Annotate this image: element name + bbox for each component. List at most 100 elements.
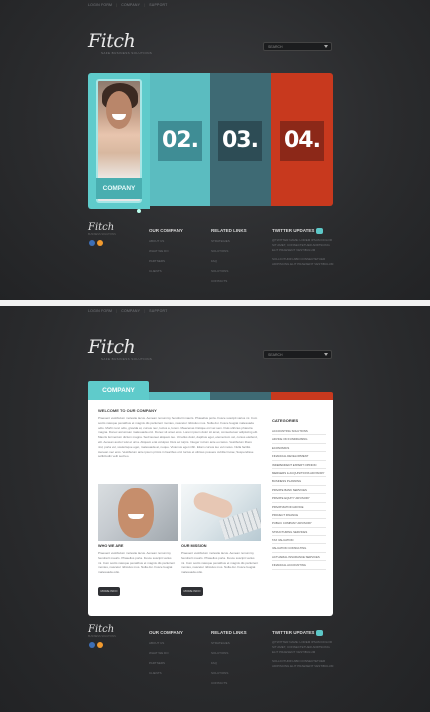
search-placeholder: SEARCH xyxy=(268,45,283,49)
footer-col-company: OUR COMPANY ABOUT US WHAT WE DO PARTNERS… xyxy=(149,630,183,678)
nav-company[interactable]: COMPANY xyxy=(121,309,140,313)
footer-col-links: RELATED LINKS STRATEGIES SOLUTIONS FAQ S… xyxy=(211,630,247,688)
chevron-down-icon[interactable] xyxy=(324,353,328,356)
our-mission-text: Praesent vestibulum molestie lacus. Aene… xyxy=(181,551,259,575)
nav-separator: | xyxy=(116,3,118,7)
footer-tagline: BUSINESS SOLUTIONS xyxy=(88,233,116,236)
slide-number-3[interactable]: 03. xyxy=(218,121,262,161)
category-link[interactable]: PRIVATE BANK SERVICES xyxy=(272,486,326,495)
footer-col-title: TWITTER UPDATES xyxy=(272,630,315,636)
nav-login[interactable]: LOGIN FORM xyxy=(88,3,112,7)
footer-col-twitter: TWITTER UPDATES @TWITTER NAME: LOREM IPS… xyxy=(272,630,334,669)
more-info-button[interactable]: MORE INFO xyxy=(181,587,203,596)
welcome-text: Praesent vestibulum molestie lacus. Aene… xyxy=(98,416,258,459)
footer-logo[interactable]: Fitch xyxy=(88,222,116,233)
category-link[interactable]: PRIVATE EQUITY ADVISORY xyxy=(272,494,326,503)
facebook-icon[interactable] xyxy=(89,240,95,246)
footer-link[interactable]: WHAT WE DO xyxy=(149,648,183,658)
cursor-dot xyxy=(137,209,141,213)
strip-panel-3[interactable] xyxy=(210,392,271,400)
footer-col-title: TWITTER UPDATES xyxy=(272,228,315,234)
footer-col-title: RELATED LINKS xyxy=(211,228,247,233)
footer-link[interactable]: STRATEGIES xyxy=(211,236,247,246)
category-link[interactable]: VALUATION CONSULTING xyxy=(272,544,326,553)
twitter-bird-icon[interactable] xyxy=(316,630,324,636)
search-input[interactable]: SEARCH xyxy=(263,350,332,359)
site-logo[interactable]: Fitch xyxy=(88,336,136,358)
footer-link[interactable]: SOLUTIONS xyxy=(211,668,247,678)
chevron-down-icon[interactable] xyxy=(324,45,328,48)
footer-tagline: BUSINESS SOLUTIONS xyxy=(88,635,116,638)
strip-panel-4[interactable] xyxy=(271,392,333,400)
nav-company[interactable]: COMPANY xyxy=(121,3,140,7)
category-link[interactable]: FINANCIAL DEVELOPMENT xyxy=(272,452,326,461)
category-link[interactable]: TAX VALUATION xyxy=(272,536,326,545)
nav-separator: | xyxy=(116,309,118,313)
category-link[interactable]: INDEPENDENT EXPERT OPINION xyxy=(272,461,326,469)
man-photo xyxy=(98,484,178,541)
rss-icon[interactable] xyxy=(97,642,103,648)
tab-company[interactable]: COMPANY xyxy=(88,381,149,400)
nav-login[interactable]: LOGIN FORM xyxy=(88,309,112,313)
footer-col-links: RELATED LINKS STRATEGIES SOLUTIONS FAQ S… xyxy=(211,228,247,286)
footer-link[interactable]: SOLUTIONS xyxy=(211,648,247,658)
footer-link[interactable]: WHAT WE DO xyxy=(149,246,183,256)
footer-logo[interactable]: Fitch xyxy=(88,624,116,635)
footer-col-title: OUR COMPANY xyxy=(149,630,183,635)
keyboard-hand-photo xyxy=(181,484,261,541)
site-tagline: SAFE BUSINESS SOLUTIONS xyxy=(101,51,153,55)
category-link[interactable]: BUSINESS PLANNING xyxy=(272,477,326,486)
homepage-screen: LOGIN FORM | COMPANY | SUPPORT Fitch SAF… xyxy=(0,0,430,300)
category-link[interactable]: ACTUARIAL INSURANCE SERVICES xyxy=(272,553,326,562)
welcome-title: WELCOME TO OUR COMPANY xyxy=(98,408,157,413)
category-link[interactable]: STRUCTURING SERVICES xyxy=(272,528,326,537)
footer-logo-block: Fitch BUSINESS SOLUTIONS xyxy=(88,624,116,638)
nav-separator: | xyxy=(144,309,146,313)
footer-link[interactable]: PARTNERS xyxy=(149,658,183,668)
footer-link[interactable]: STRATEGIES xyxy=(211,638,247,648)
slide-number-4[interactable]: 04. xyxy=(280,121,324,161)
footer-link[interactable]: CONTACTS xyxy=(211,678,247,688)
company-screen: LOGIN FORM | COMPANY | SUPPORT Fitch SAF… xyxy=(0,306,430,712)
category-link[interactable]: FINANCIAL ACCOUNTING xyxy=(272,561,326,570)
top-nav: LOGIN FORM | COMPANY | SUPPORT xyxy=(88,3,168,7)
category-link[interactable]: ADVICE ON FUNDRAISING xyxy=(272,435,326,444)
search-placeholder: SEARCH xyxy=(268,353,283,357)
category-link[interactable]: PRIVATIZATION ADVICE xyxy=(272,503,326,511)
footer-link[interactable]: PARTNERS xyxy=(149,256,183,266)
footer-col-title: RELATED LINKS xyxy=(211,630,247,635)
nav-support[interactable]: SUPPORT xyxy=(149,309,167,313)
slide-number-2[interactable]: 02. xyxy=(158,121,202,161)
category-link[interactable]: PROJECT FINANCE xyxy=(272,511,326,520)
footer-link[interactable]: ABOUT US xyxy=(149,236,183,246)
who-we-are-text: Praesent vestibulum molestie lacus. Aene… xyxy=(98,551,176,575)
site-logo[interactable]: Fitch xyxy=(88,30,136,52)
facebook-icon[interactable] xyxy=(89,642,95,648)
category-link[interactable]: ECONOMICS xyxy=(272,444,326,453)
footer-link[interactable]: FAQ xyxy=(211,658,247,668)
nav-separator: | xyxy=(144,3,146,7)
footer-link[interactable]: SOLUTIONS xyxy=(211,266,247,276)
search-input[interactable]: SEARCH xyxy=(263,42,332,51)
category-link[interactable]: PUBLIC COMPANY ADVISORY xyxy=(272,519,326,528)
category-link[interactable]: MERGERS & ACQUISITIONS ADVISORY xyxy=(272,469,326,478)
tweet-text: SOLLICITUDIN ABD CONSECTETUER ADIPISCING… xyxy=(272,659,334,668)
footer-col-company: OUR COMPANY ABOUT US WHAT WE DO PARTNERS… xyxy=(149,228,183,276)
footer-col-title: OUR COMPANY xyxy=(149,228,183,233)
slider-tab-company[interactable]: COMPANY xyxy=(96,178,142,199)
more-info-button[interactable]: MORE INFO xyxy=(98,587,120,596)
footer-link[interactable]: CLIENTS xyxy=(149,266,183,276)
footer-link[interactable]: SOLUTIONS xyxy=(211,246,247,256)
category-link[interactable]: ACCOUNTING SOLUTIONS xyxy=(272,427,326,436)
strip-panel-2[interactable] xyxy=(149,392,210,400)
nav-support[interactable]: SUPPORT xyxy=(149,3,167,7)
site-tagline: SAFE BUSINESS SOLUTIONS xyxy=(101,357,153,361)
footer-link[interactable]: FAQ xyxy=(211,256,247,266)
footer-link[interactable]: CLIENTS xyxy=(149,668,183,678)
footer-link[interactable]: CONTACTS xyxy=(211,276,247,286)
categories-list: ACCOUNTING SOLUTIONS ADVICE ON FUNDRAISIN… xyxy=(272,427,326,570)
rss-icon[interactable] xyxy=(97,240,103,246)
categories-title: CATEGORIES xyxy=(272,418,299,423)
footer-link[interactable]: ABOUT US xyxy=(149,638,183,648)
twitter-bird-icon[interactable] xyxy=(316,228,324,234)
